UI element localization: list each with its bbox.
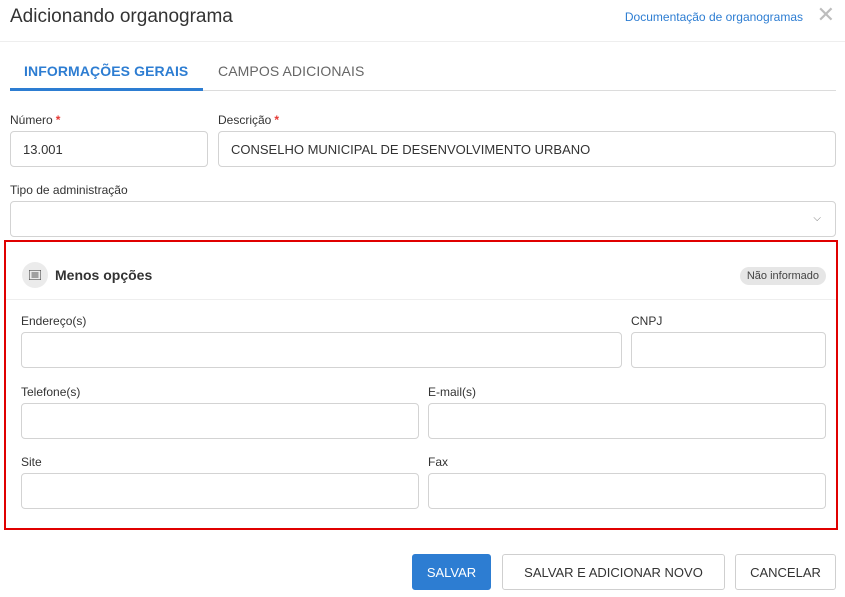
fax-label: Fax [428,455,449,469]
save-and-add-new-button[interactable]: SALVAR E ADICIONAR NOVO [502,554,725,590]
descricao-label: Descrição * [218,113,279,127]
status-badge: Não informado [739,267,826,285]
numero-label: Número * [10,113,60,127]
panel-title: Menos opções [55,267,153,283]
telefone-input[interactable] [21,403,419,439]
site-label: Site [21,455,42,469]
tab-campos-adicionais[interactable]: CAMPOS ADICIONAIS [218,63,364,79]
numero-input[interactable] [10,131,208,167]
cancel-button[interactable]: CANCELAR [735,554,836,590]
active-tab-indicator [10,88,203,91]
tipo-administracao-label: Tipo de administração [10,183,128,197]
required-mark: * [55,113,61,127]
chevron-down-icon: ⌵ [813,213,821,224]
endereco-input[interactable] [21,332,622,368]
email-input[interactable] [428,403,826,439]
documentation-link[interactable]: Documentação de organogramas [625,10,803,24]
telefone-label: Telefone(s) [21,385,81,399]
fax-input[interactable] [428,473,826,509]
numero-label-text: Número [10,113,53,127]
site-input[interactable] [21,473,419,509]
list-icon [22,262,48,288]
descricao-input[interactable] [218,131,836,167]
dialog-title: Adicionando organograma [10,6,233,27]
endereco-label: Endereço(s) [21,314,87,328]
save-button[interactable]: SALVAR [412,554,491,590]
email-label: E-mail(s) [428,385,476,399]
tab-informacoes-gerais[interactable]: INFORMAÇÕES GERAIS [24,63,188,79]
descricao-label-text: Descrição [218,113,272,127]
required-mark: * [274,113,280,127]
cnpj-input[interactable] [631,332,826,368]
panel-header[interactable]: Menos opções Não informado [6,242,836,300]
tab-bar: INFORMAÇÕES GERAIS CAMPOS ADICIONAIS [10,55,836,91]
tipo-administracao-select[interactable]: ⌵ [10,201,836,237]
close-icon[interactable]: ✕ [817,2,835,30]
cnpj-label: CNPJ [631,314,663,328]
dialog-header: Adicionando organograma Documentação de … [0,0,845,42]
